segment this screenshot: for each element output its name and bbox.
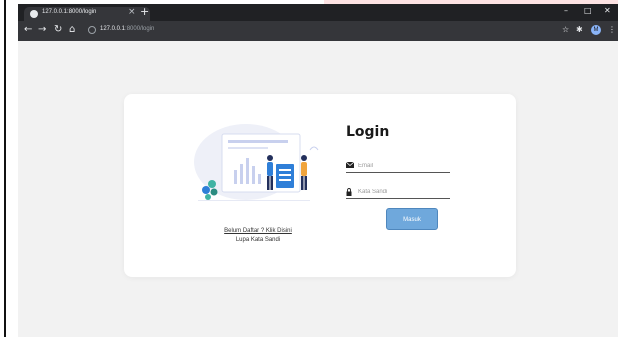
login-illustration (194, 124, 319, 201)
register-link[interactable]: Belum Daftar ? Klik Disini (194, 228, 322, 234)
new-tab-button[interactable]: + (140, 5, 149, 18)
password-input[interactable] (358, 186, 448, 197)
email-input[interactable] (358, 160, 448, 171)
star-icon[interactable]: ☆ (562, 25, 569, 34)
login-button[interactable]: Masuk (386, 208, 438, 230)
login-card: Belum Daftar ? Klik Disini Lupa Kata San… (124, 94, 516, 277)
home-icon[interactable]: ⌂ (69, 24, 75, 35)
tab-close-icon[interactable]: × (128, 7, 136, 17)
back-icon[interactable]: ← (24, 24, 32, 35)
envelope-icon (346, 162, 354, 168)
address-bar[interactable]: 127.0.0.1:8000/login (100, 26, 154, 32)
info-icon[interactable] (88, 26, 96, 34)
browser-toolbar: ← → ↻ ⌂ 127.0.0.1:8000/login ☆ ✱ M ⋮ (18, 21, 618, 41)
document-border (4, 0, 6, 337)
password-field (346, 186, 450, 199)
close-window-button[interactable]: ✕ (604, 6, 611, 15)
puzzle-icon[interactable]: ✱ (576, 25, 583, 34)
kebab-menu-icon[interactable]: ⋮ (608, 25, 616, 34)
browser-tab[interactable]: 127.0.0.1:8000/login × (24, 7, 150, 21)
url-host: 127.0.0.1 (100, 26, 126, 32)
lock-icon (346, 188, 352, 196)
forward-icon[interactable]: → (38, 24, 46, 35)
browser-window: 127.0.0.1:8000/login × + – □ ✕ ← → ↻ ⌂ 1… (18, 4, 618, 337)
profile-avatar[interactable]: M (591, 25, 601, 35)
url-path: :8000/login (125, 26, 155, 32)
globe-icon (30, 10, 38, 18)
login-title: Login (346, 124, 390, 140)
maximize-button[interactable]: □ (584, 6, 592, 15)
forgot-password-link[interactable]: Lupa Kata Sandi (194, 237, 322, 243)
tab-bar: 127.0.0.1:8000/login × + – □ ✕ (18, 4, 618, 21)
minimize-button[interactable]: – (564, 6, 568, 15)
tab-title: 127.0.0.1:8000/login (42, 9, 97, 15)
page-content: Belum Daftar ? Klik Disini Lupa Kata San… (18, 41, 618, 337)
reload-icon[interactable]: ↻ (54, 24, 62, 35)
email-field (346, 160, 450, 173)
